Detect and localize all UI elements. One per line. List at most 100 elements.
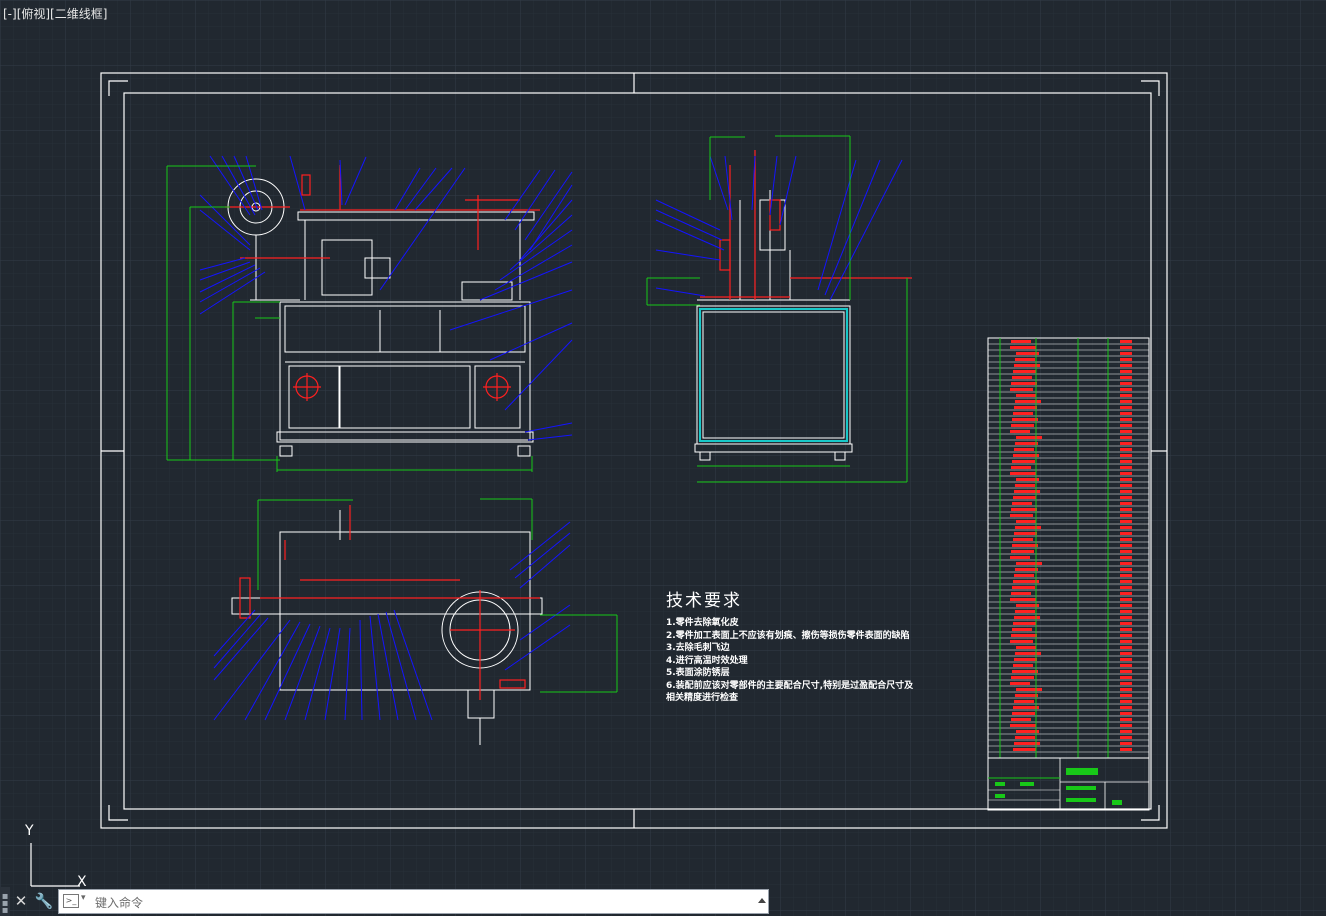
close-icon[interactable]: ✕ [10,889,32,913]
table-cell-mark [1120,688,1132,691]
table-cell-mark [1120,694,1132,697]
table-cell-mark [1013,370,1036,373]
table-cell-mark [1120,436,1132,439]
table-cell-mark [1120,406,1132,409]
table-cell-mark [1120,718,1132,721]
drawing-canvas[interactable] [0,0,1326,916]
tech-note-line: 相关精度进行检查 [666,693,739,703]
table-cell-mark [1120,412,1132,415]
table-cell-mark [1015,652,1041,655]
table-cell-mark [1016,436,1042,439]
table-cell-mark [1015,442,1038,445]
table-cell-mark [1120,490,1132,493]
table-cell-mark [1015,568,1038,571]
table-cell-mark [1120,580,1132,583]
table-cell-mark [1120,664,1132,667]
table-cell-mark [1013,454,1039,457]
table-cell-mark [1120,730,1132,733]
table-cell-mark [1013,664,1033,667]
grip-handle-icon[interactable]: ▪ ▪ ▪ [0,887,10,916]
table-cell-mark [1015,358,1035,361]
table-cell-mark [1120,358,1132,361]
table-cell-mark [1011,718,1031,721]
table-cell-mark [1120,556,1132,559]
table-cell-mark [1011,424,1034,427]
table-cell-mark [1120,592,1132,595]
table-cell-mark [1013,706,1039,709]
table-cell-mark [1012,628,1032,631]
table-cell-mark [1120,562,1132,565]
table-cell-mark [1120,394,1132,397]
table-cell-mark [1120,706,1132,709]
table-cell-mark [1120,616,1132,619]
table-cell-mark [1013,622,1036,625]
wrench-icon[interactable]: 🔧 [33,889,55,913]
table-cell-mark [1120,376,1132,379]
table-cell-mark [1010,430,1030,433]
table-cell-mark [1014,532,1037,535]
table-cell-mark [1120,658,1132,661]
viewport-controls-label[interactable]: [-][俯视][二维线框] [3,5,107,22]
table-cell-mark [1120,610,1132,613]
tech-note-line: 4.进行高温时效处理 [666,655,748,666]
tech-notes-title: 技术要求 [666,591,742,611]
table-cell-mark [1120,442,1132,445]
table-cell-mark [1012,586,1035,589]
table-cell-mark [1120,586,1132,589]
table-cell-mark [1120,574,1132,577]
table-cell-mark [1015,610,1035,613]
table-cell-mark [1011,592,1031,595]
table-cell-mark [1014,406,1037,409]
table-cell-mark [1012,376,1032,379]
command-input[interactable] [93,892,737,913]
table-cell-mark [1012,502,1032,505]
table-cell-mark [1120,370,1132,373]
table-cell-mark [1011,340,1031,343]
table-cell-mark [1120,382,1132,385]
table-cell-mark [1120,502,1132,505]
table-cell-mark [1015,694,1038,697]
table-cell-mark [1120,418,1132,421]
table-cell-mark [1016,688,1042,691]
table-cell-mark [1012,460,1035,463]
table-cell-mark [1120,388,1132,391]
table-cell-mark [1120,520,1132,523]
ucs-y-label: Y [25,823,34,839]
table-cell-mark [1120,478,1132,481]
table-cell-mark [1011,550,1034,553]
table-cell-mark [1120,652,1132,655]
table-cell-mark [1013,538,1033,541]
table-cell-mark [1010,472,1036,475]
table-cell-mark [1012,670,1038,673]
tech-note-line: 3.去除毛刺飞边 [666,643,730,653]
table-cell-mark [1120,622,1132,625]
table-cell-mark [1120,346,1132,349]
table-cell-mark [1120,712,1132,715]
table-cell-mark [1120,364,1132,367]
table-cell-mark [1120,544,1132,547]
table-cell-mark [1120,424,1132,427]
table-cell-mark [1120,526,1132,529]
table-cell-mark [1012,544,1038,547]
table-cell-mark [1120,598,1132,601]
table-cell-mark [1120,496,1132,499]
table-cell-mark [1120,532,1132,535]
command-history-icon[interactable]: >_ [63,894,79,908]
technical-requirements: 技术要求 1.零件去除氧化皮 2.零件加工表面上不应该有划痕、擦伤等损伤零件表面… [666,586,913,705]
command-input-box[interactable]: >_ ▾ [58,889,769,914]
table-cell-mark [1120,340,1132,343]
tech-note-line: 6.装配前应该对零部件的主要配合尺寸,特别是过盈配合尺寸及 [666,680,914,691]
table-cell-mark [1016,520,1036,523]
tech-note-line: 1.零件去除氧化皮 [666,618,739,628]
table-cell-mark [1010,682,1030,685]
table-cell-mark [1015,400,1041,403]
table-cell-mark [1016,394,1036,397]
table-cell-mark [1120,550,1132,553]
scroll-up-icon[interactable] [758,898,766,903]
table-cell-mark [1016,646,1036,649]
table-cell-mark [1120,676,1132,679]
table-cell-mark [1010,388,1033,391]
table-cell-mark [1120,736,1132,739]
table-cell-mark [1012,712,1035,715]
chevron-down-icon[interactable]: ▾ [81,893,86,903]
